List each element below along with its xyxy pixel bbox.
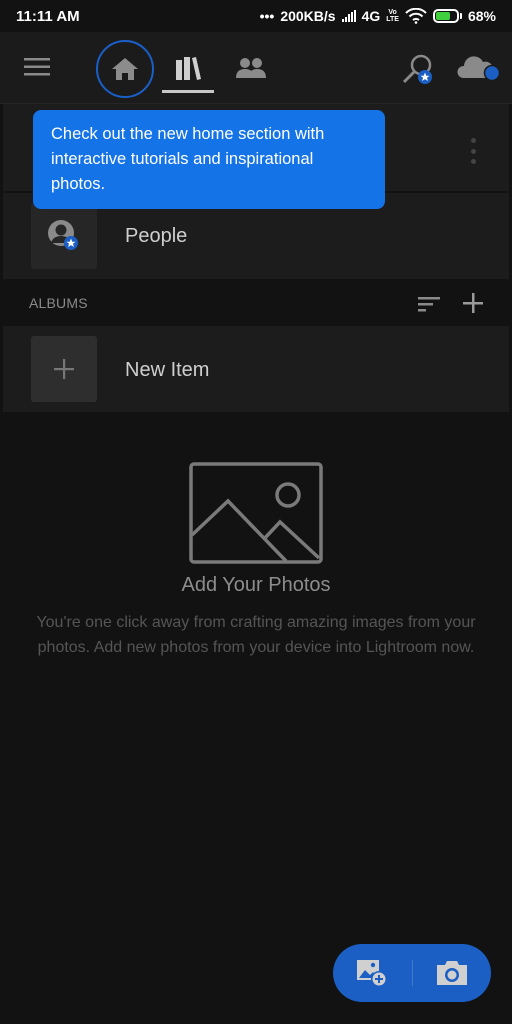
sort-button[interactable] xyxy=(416,294,444,316)
search-icon xyxy=(402,54,432,84)
wifi-icon xyxy=(405,8,427,24)
plus-icon xyxy=(54,359,74,379)
more-options-icon[interactable] xyxy=(469,138,477,164)
active-tab-indicator xyxy=(162,90,214,93)
empty-state-description: You're one click away from crafting amaz… xyxy=(36,614,476,656)
home-section-tooltip[interactable]: Check out the new home section with inte… xyxy=(33,110,385,209)
new-item-thumbnail xyxy=(31,336,97,402)
albums-title: ALBUMS xyxy=(29,295,88,311)
volte-icon: Vo LTE xyxy=(386,9,399,23)
add-album-button[interactable] xyxy=(462,292,488,318)
cloud-sync-icon xyxy=(457,56,501,82)
search-button[interactable] xyxy=(398,50,438,90)
home-icon xyxy=(112,58,138,80)
albums-section-header: ALBUMS xyxy=(0,282,512,324)
home-tab[interactable] xyxy=(96,40,154,98)
library-icon xyxy=(176,57,201,80)
camera-icon xyxy=(436,961,467,985)
camera-button[interactable] xyxy=(413,944,492,1002)
battery-icon xyxy=(432,9,462,23)
status-bar: 11:11 AM ••• 200KB/s 4G Vo LTE 68% xyxy=(0,0,512,32)
sort-icon xyxy=(418,297,440,312)
people-thumbnail xyxy=(31,203,97,269)
people-icon xyxy=(236,58,266,78)
battery-percent: 68% xyxy=(467,8,496,24)
status-time: 11:11 AM xyxy=(16,7,80,25)
person-icon xyxy=(48,220,78,250)
notification-dots: ••• xyxy=(259,8,275,24)
people-tab[interactable] xyxy=(230,50,272,86)
new-item-label: New Item xyxy=(125,359,210,381)
new-album-row[interactable]: New Item xyxy=(3,326,509,412)
cloud-sync-button[interactable] xyxy=(456,52,502,84)
menu-icon xyxy=(24,58,50,76)
add-photo-icon xyxy=(357,960,388,987)
top-app-bar xyxy=(0,32,512,104)
empty-state: Add Your Photos You're one click away fr… xyxy=(0,462,512,660)
menu-button[interactable] xyxy=(20,52,54,82)
image-placeholder-icon xyxy=(189,462,323,564)
network-speed: 200KB/s xyxy=(280,8,336,24)
signal-icon xyxy=(341,10,356,22)
add-photos-button[interactable] xyxy=(333,944,412,1002)
network-type: 4G xyxy=(361,8,381,24)
plus-icon xyxy=(463,293,483,313)
add-photos-fab xyxy=(333,944,491,1002)
library-tab[interactable] xyxy=(166,48,210,88)
people-label: People xyxy=(125,225,188,247)
empty-state-title: Add Your Photos xyxy=(181,574,331,596)
